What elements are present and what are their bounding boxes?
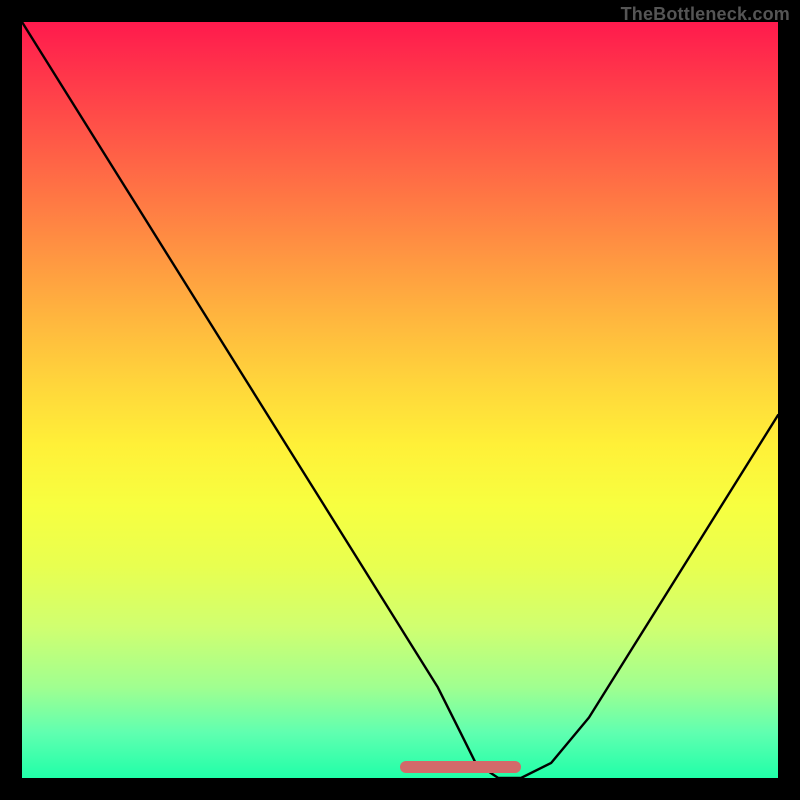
chart-plot-area bbox=[22, 22, 778, 778]
curve-path bbox=[22, 22, 778, 778]
bottleneck-curve bbox=[22, 22, 778, 778]
optimal-range-marker bbox=[400, 761, 521, 773]
watermark-text: TheBottleneck.com bbox=[621, 4, 790, 25]
